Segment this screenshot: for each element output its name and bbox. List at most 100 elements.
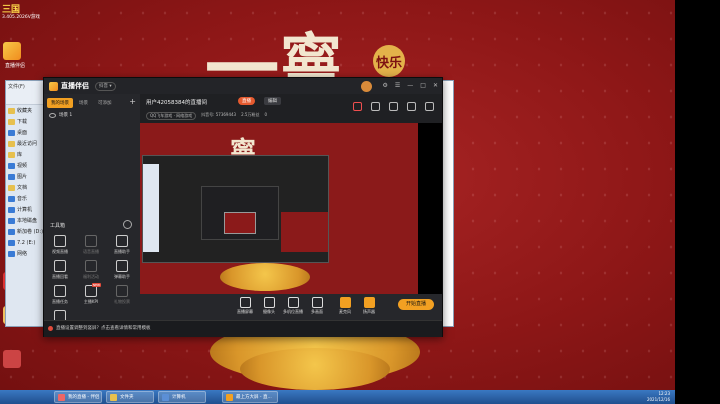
app-name: 直播伴侣 [61,82,89,90]
replay-icon [54,260,66,272]
tool-live-assistant[interactable]: 直播助手 [108,235,136,255]
explorer-item-label: 最近访问 [17,141,38,147]
tool-label: 直播任务 [52,299,68,304]
video-icon [54,235,66,247]
explorer-item[interactable]: 收藏夹 [6,105,46,116]
multi-camera-button[interactable]: 多机位直播 [282,297,304,315]
explorer-item[interactable]: 库 [6,149,46,160]
menu-icon[interactable]: ☰ [395,80,400,92]
taskbar-item[interactable]: 文件夹 [106,391,154,403]
user-avatar[interactable] [360,80,372,92]
explorer-item[interactable]: 新加卷 (D:) [6,226,46,237]
toolbox-toggle-icon[interactable] [123,220,132,229]
room-info: QQ飞车游戏 · 网络游戏 抖音号: 57369443 2.5万粉丝 0 [146,112,267,120]
taskbar-item[interactable]: 最上方大屏 - 直... [222,391,278,403]
taskbar-label: 我的直播 - 伴侣 [68,395,100,400]
scene-item[interactable]: 场景 1 [44,110,140,120]
app-icon [58,393,65,401]
category-chip[interactable]: QQ飞车游戏 · 网络游戏 [146,112,197,120]
explorer-item-label: 本地磁盘 [17,218,38,224]
explorer-item-label: 桌面 [17,130,28,136]
speaker-button[interactable]: 扬声器 [358,297,380,315]
disk-icon [8,239,15,246]
explorer-item[interactable]: 音乐 [6,193,46,204]
desktop-shortcut-icon[interactable] [3,350,21,368]
tab-addable[interactable]: 可添加 [94,98,116,108]
minimize-icon[interactable]: — [407,80,413,92]
explorer-item[interactable]: 下载 [6,116,46,127]
explorer-item-label: 收藏夹 [17,108,33,114]
record-icon[interactable] [353,102,362,111]
tool-label: 视频直播 [52,249,68,254]
settings-icon[interactable]: ⚙ [383,80,388,92]
explorer-item[interactable]: 图片 [6,171,46,182]
explorer-item[interactable]: 本地磁盘 [6,215,46,226]
notice-bar[interactable]: 直播设置调整到竖屏？点击查看详情和常用模板 [44,320,442,337]
tool-tasks[interactable]: 直播任务 [46,285,74,305]
live-companion-window[interactable]: 直播伴侣 抖音 ▾ ⚙ ☰ — □ ✕ 我的场景 场景 可添加 + 场景 1 工… [43,77,443,337]
tool-video-live[interactable]: 视频直播 [46,235,74,255]
room-title[interactable]: 用户42058384的直播间 [146,98,207,106]
layout-icon[interactable] [389,102,398,111]
system-tray-clock[interactable]: 12:23 2021/12/16 [647,391,670,403]
bottom-button-label: 摄像头 [263,309,275,314]
tool-replay[interactable]: 直播回看 [46,260,74,280]
taskbar-item[interactable]: 计算机 [158,391,206,403]
explorer-item[interactable]: 视频 [6,160,46,171]
bottom-button-label: 扬声器 [363,309,375,314]
microphone-button[interactable]: 麦克风 [334,297,356,315]
fans-count: 2.5万粉丝 [241,112,260,117]
live-pill[interactable]: 直播 [238,97,255,105]
app-logo: 直播伴侣 [49,81,89,91]
screen-capture-button[interactable]: 直播屏幕 [234,297,256,315]
bottom-button-label: 麦克风 [339,309,351,314]
platform-dropdown[interactable]: 抖音 ▾ [95,81,116,91]
close-icon[interactable]: ✕ [433,80,438,92]
explorer-menu-file[interactable]: 文件(F) [8,84,25,90]
tool-kpi[interactable]: NEW 主播KPI [77,283,105,305]
explorer-item-label: 文档 [17,185,28,191]
tool-vote[interactable]: 礼物投票 [108,285,136,305]
live-preview[interactable]: 寧 [140,123,418,294]
eye-icon[interactable] [49,112,56,118]
microphone-icon [339,297,351,308]
letterbox-strip [675,0,720,404]
tool-label: 弹幕助手 [114,274,130,279]
explorer-item[interactable]: 最近访问 [6,138,46,149]
start-live-button[interactable]: 开始直播 [398,299,434,310]
maximize-icon[interactable]: □ [420,80,426,92]
camera-button[interactable]: 摄像头 [258,297,280,315]
bell-icon[interactable] [407,102,416,111]
add-scene-button[interactable]: + [129,97,136,106]
share-icon[interactable] [425,102,434,111]
title-bar[interactable]: 直播伴侣 抖音 ▾ ⚙ ☰ — □ ✕ [44,78,442,94]
tool-benefits[interactable]: 福利活动 [77,260,105,280]
file-explorer-window[interactable]: 文件(F) 收藏夹 下载 桌面 最近访问 库 视频 图片 文档 音乐 计算机 本… [5,80,47,327]
banner-badge: 快乐 [373,45,405,77]
vote-icon [116,285,128,297]
preview-sidebar [418,123,442,294]
computer-icon [8,206,15,213]
tool-label: 礼物投票 [114,299,130,304]
tool-voice-live[interactable]: 语音直播 [77,235,105,255]
screenshot-icon[interactable] [371,102,380,111]
gift-icon [85,260,97,272]
multi-view-button[interactable]: 多画面 [306,297,328,315]
scene-tabs: 我的场景 场景 可添加 [44,94,140,110]
explorer-item[interactable]: 7.2 (E:) [6,237,46,248]
tool-danmaku[interactable]: 弹幕助手 [108,260,136,280]
edit-pill[interactable]: 编辑 [264,97,281,105]
taskbar-item[interactable]: 我的直播 - 伴侣 [54,391,102,403]
tab-scenes[interactable]: 场景 [75,98,92,108]
explorer-item[interactable]: 文档 [6,182,46,193]
explorer-item[interactable]: 计算机 [6,204,46,215]
folder-icon [8,118,15,125]
new-badge: NEW [91,283,101,287]
explorer-item[interactable]: 桌面 [6,127,46,138]
desktop-app-icon[interactable] [3,42,21,60]
app-logo-icon [49,81,58,91]
explorer-item[interactable]: 网络 [6,248,46,259]
explorer-item-label: 计算机 [17,207,33,213]
tab-my-scenes[interactable]: 我的场景 [47,98,73,108]
explorer-item-label: 7.2 (E:) [17,239,36,246]
